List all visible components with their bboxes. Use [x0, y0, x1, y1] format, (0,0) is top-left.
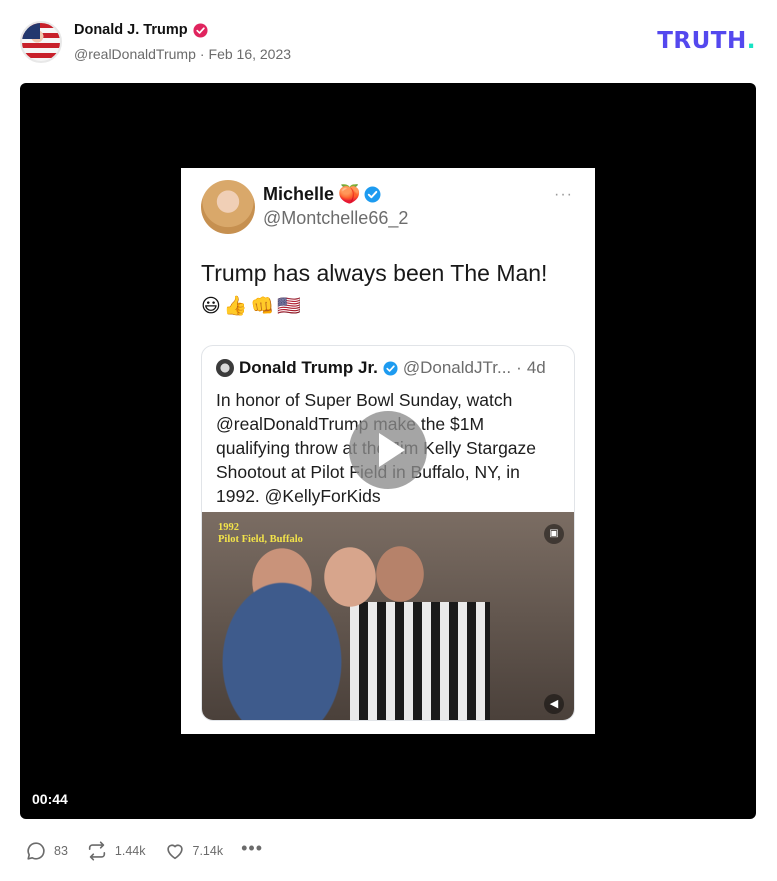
- quoted-author-handle: @DonaldJTr...: [402, 358, 512, 377]
- heart-icon: [166, 844, 183, 860]
- quoted-age: 4d: [526, 358, 546, 377]
- quoted-author-avatar: [216, 359, 234, 377]
- retruth-count: 1.44k: [114, 844, 146, 858]
- verified-badge-icon: [193, 22, 208, 38]
- post-actions: 83 1.44k 7.14k •••: [25, 838, 263, 864]
- quoted-tweet-photo: 1992 Pilot Field, Buffalo ▣ ◀: [202, 512, 574, 720]
- quoted-author-name: Donald Trump Jr.: [239, 358, 378, 377]
- photo-caption-year: 1992: [218, 522, 239, 533]
- tweet-author-handle: @Montchelle66_2: [263, 208, 409, 228]
- quoted-tweet: Donald Trump Jr. @DonaldJTr... · 4d In h…: [201, 345, 575, 721]
- speaker-icon: ◀: [544, 694, 564, 714]
- tweet-author-emoji: 🍑: [338, 184, 361, 204]
- author-avatar[interactable]: [20, 21, 62, 63]
- verified-check-icon: [383, 360, 398, 376]
- truth-logo[interactable]: TRUTH.: [657, 28, 756, 54]
- author-handle[interactable]: @realDonaldTrump: [74, 46, 196, 62]
- gif-icon: ▣: [544, 524, 564, 544]
- reply-button[interactable]: 83: [25, 840, 68, 862]
- author-name[interactable]: Donald J. Trump: [74, 22, 188, 38]
- post-meta: @realDonaldTrump · Feb 16, 2023: [74, 46, 291, 62]
- photo-caption-place: Pilot Field, Buffalo: [218, 534, 303, 545]
- brand-dot: .: [746, 28, 756, 54]
- tweet-author-row: Michelle 🍑: [263, 184, 381, 205]
- tweet-author-name: Michelle: [263, 184, 335, 204]
- reply-count: 83: [54, 844, 68, 858]
- tweet-more-icon: ···: [554, 186, 573, 203]
- tweet-author-avatar: [201, 180, 255, 234]
- tweet-emojis: 😃👍👊🇺🇸: [201, 296, 304, 317]
- more-options-button[interactable]: •••: [241, 839, 263, 857]
- meta-separator: ·: [199, 46, 205, 62]
- tweet-text: Trump has always been The Man!: [201, 260, 548, 286]
- reply-icon: [27, 842, 45, 860]
- video-player[interactable]: Michelle 🍑 @Montchelle66_2 ··· Trump has…: [20, 83, 756, 819]
- verified-check-icon: [364, 186, 381, 203]
- like-button[interactable]: 7.14k: [164, 840, 224, 862]
- quoted-separator: ·: [516, 358, 522, 377]
- post-date[interactable]: Feb 16, 2023: [209, 46, 292, 62]
- video-duration: 00:44: [32, 791, 68, 807]
- brand-wordmark: TRUTH: [657, 28, 747, 54]
- photo-caption: 1992 Pilot Field, Buffalo: [218, 522, 303, 546]
- retruth-button[interactable]: 1.44k: [86, 840, 146, 862]
- retruth-icon: [88, 841, 106, 861]
- quoted-tweet-header: Donald Trump Jr. @DonaldJTr... · 4d: [216, 358, 546, 378]
- play-icon[interactable]: [349, 411, 427, 489]
- author-name-row: Donald J. Trump: [74, 22, 208, 38]
- like-count: 7.14k: [192, 844, 224, 858]
- post-header: Donald J. Trump @realDonaldTrump · Feb 1…: [20, 20, 757, 66]
